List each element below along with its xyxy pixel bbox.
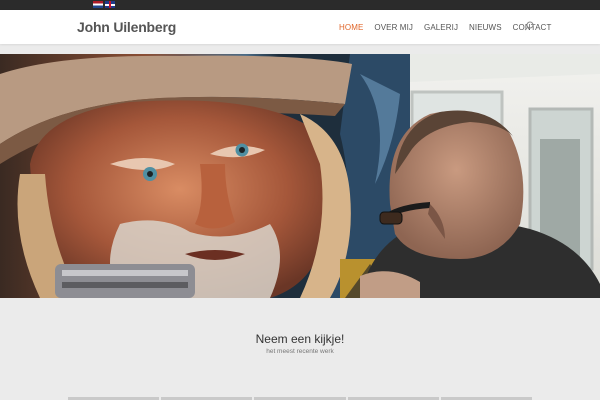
nav-item-home[interactable]: HOME — [339, 23, 363, 32]
section-title: Neem een kijkje! — [255, 332, 345, 346]
site-header: John Uilenberg HOME OVER MIJ GALERIJ NIE… — [0, 10, 600, 44]
english-flag-icon[interactable] — [105, 1, 115, 8]
dutch-flag-icon[interactable] — [93, 1, 103, 8]
top-bar — [0, 0, 600, 10]
nav-item-galerij[interactable]: GALERIJ — [424, 23, 458, 32]
search-icon[interactable] — [524, 21, 534, 31]
nav-item-over-mij[interactable]: OVER MIJ — [374, 23, 413, 32]
nav-item-nieuws[interactable]: NIEUWS — [469, 23, 502, 32]
painter-at-mural-photo — [0, 54, 600, 298]
site-logo[interactable]: John Uilenberg — [77, 19, 176, 35]
section-subtitle: het meest recente werk — [266, 348, 334, 355]
hero-image — [0, 54, 600, 298]
